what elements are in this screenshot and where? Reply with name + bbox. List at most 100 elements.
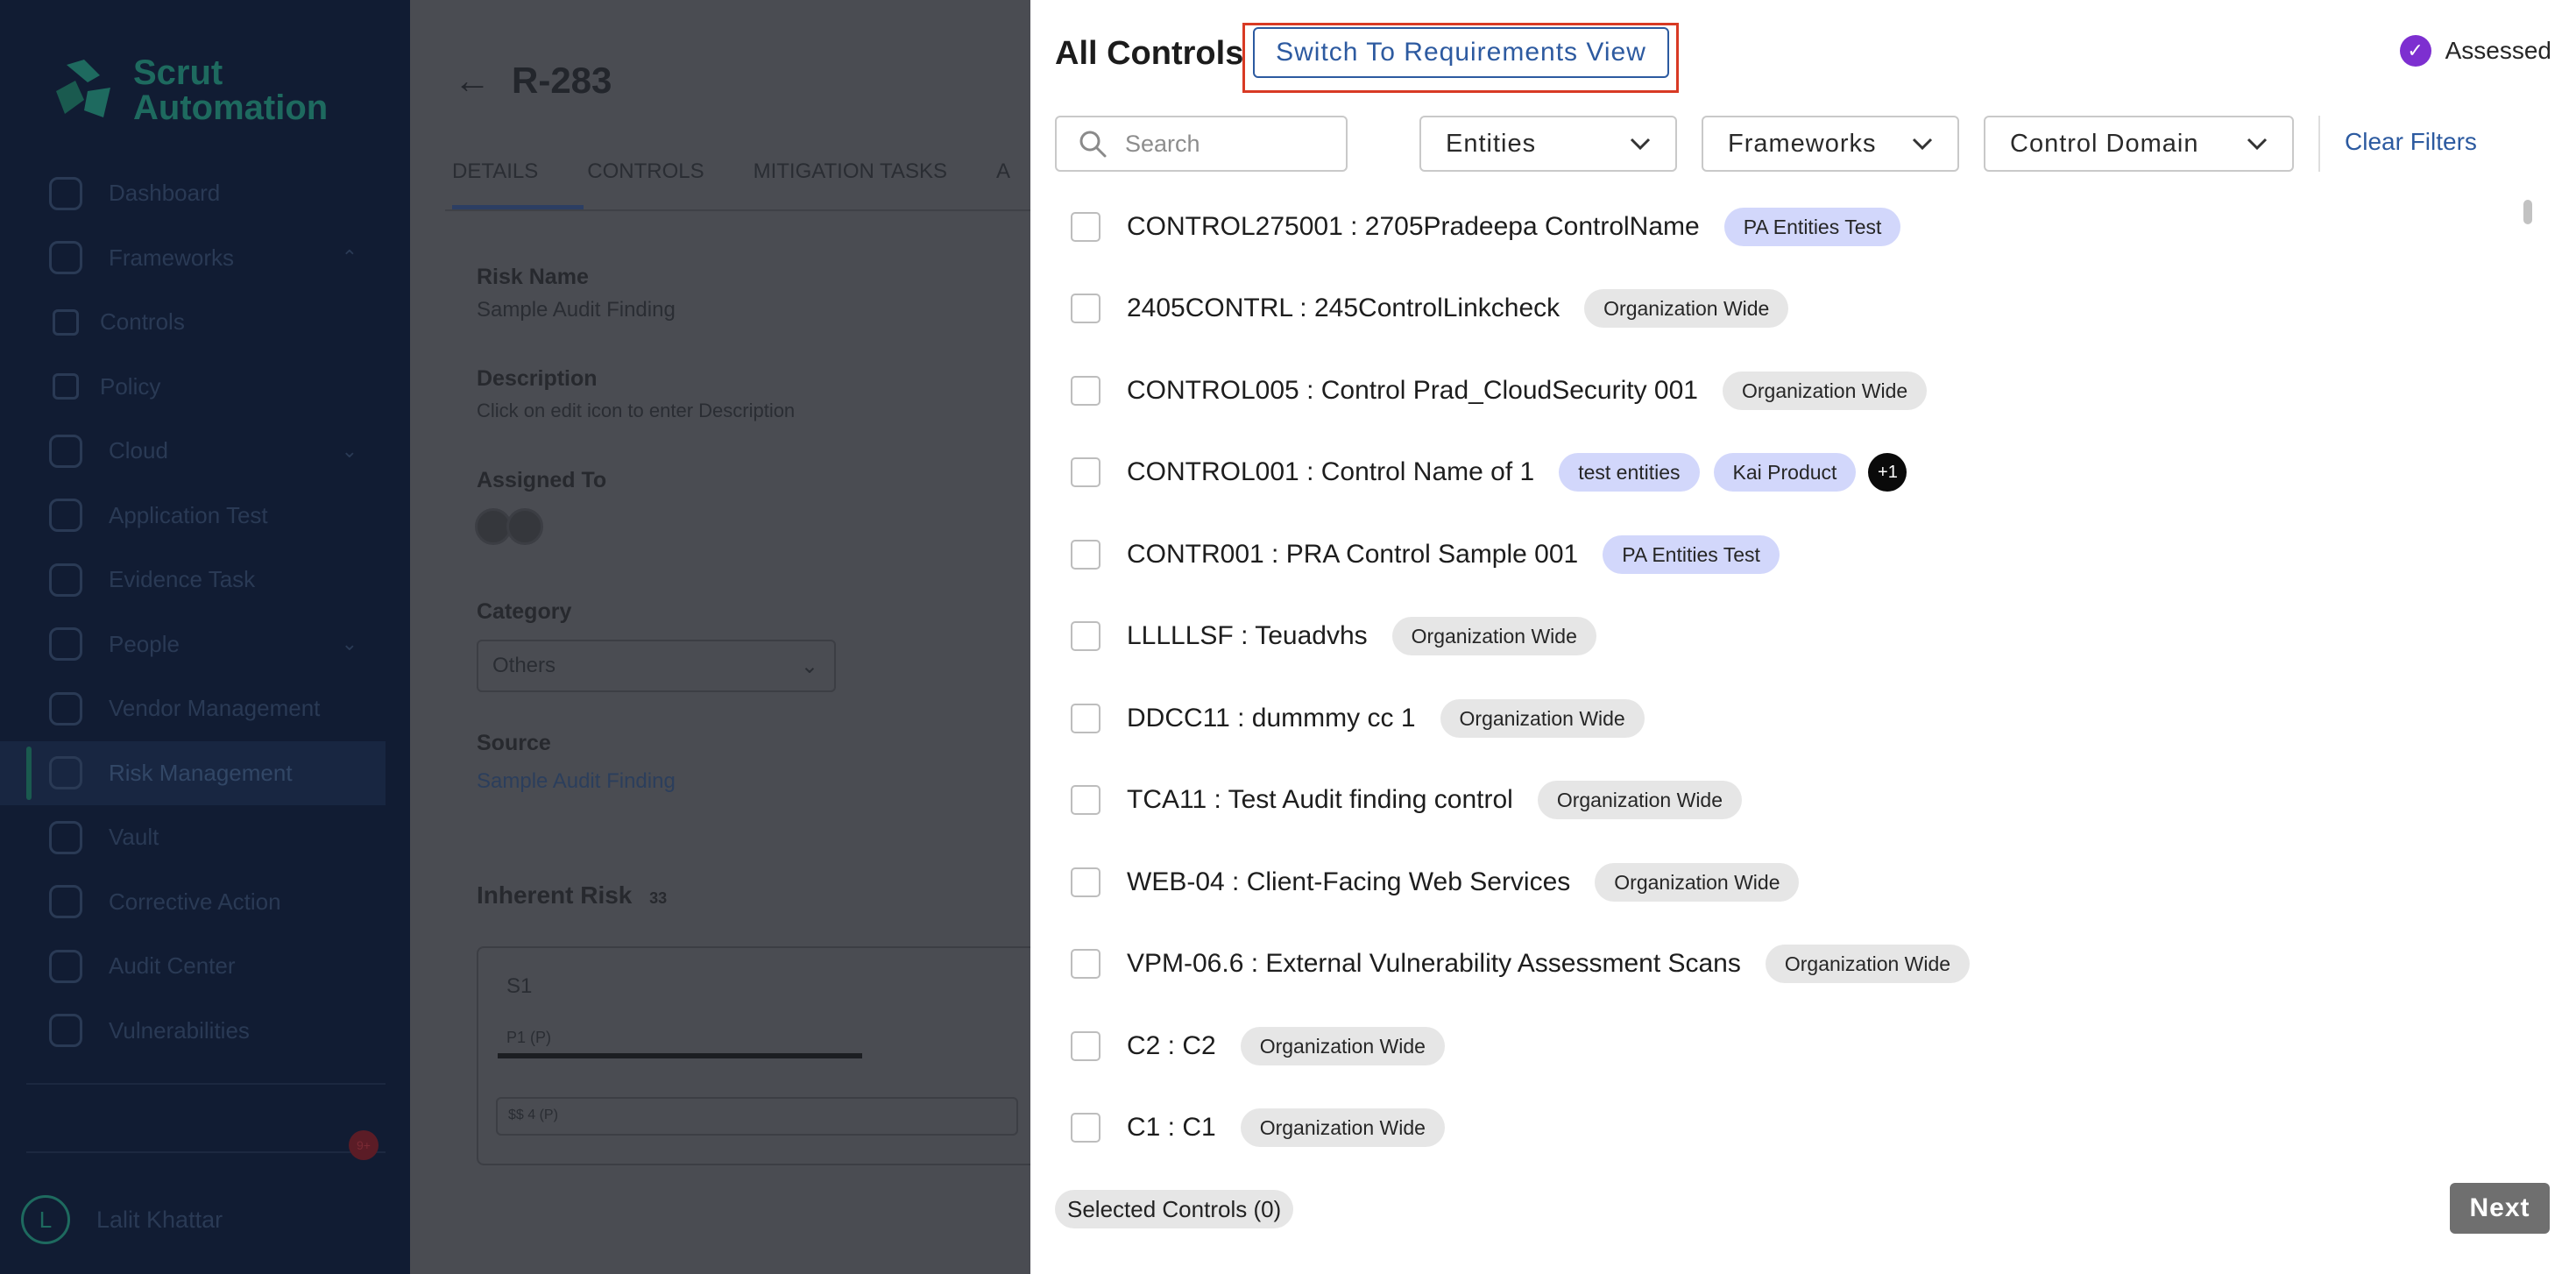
switch-to-requirements-button[interactable]: Switch To Requirements View <box>1253 27 1669 78</box>
frameworks-filter[interactable]: Frameworks <box>1702 116 1959 172</box>
entity-tag: Organization Wide <box>1537 781 1743 820</box>
check-circle-icon: ✓ <box>2399 35 2431 67</box>
clear-filters-link[interactable]: Clear Filters <box>2345 128 2477 156</box>
row-checkbox[interactable] <box>1071 949 1100 980</box>
tab-details[interactable]: DETAILS <box>452 159 538 184</box>
row-checkbox[interactable] <box>1071 457 1100 488</box>
tab-controls[interactable]: CONTROLS <box>587 159 704 184</box>
sidebar-item-dashboard[interactable]: Dashboard <box>0 161 410 226</box>
control-name: 2405CONTRL : 245ControlLinkcheck <box>1127 294 1560 323</box>
sidebar-item-application-test[interactable]: Application Test <box>0 484 410 549</box>
next-button[interactable]: Next <box>2450 1183 2550 1234</box>
brand-line-1: Scrut <box>133 53 223 92</box>
sidebar-item-vendor-management[interactable]: Vendor Management <box>0 676 410 741</box>
sidebar-item-people[interactable]: People ⌄ <box>0 612 410 677</box>
back-arrow-icon[interactable]: ← <box>454 60 491 101</box>
control-name: C2 : C2 <box>1127 1030 1216 1060</box>
tab-more[interactable]: A <box>996 159 1010 184</box>
tab-mitigation-tasks[interactable]: MITIGATION TASKS <box>754 159 947 184</box>
vault-icon <box>49 820 82 854</box>
sidebar-item-label: Frameworks <box>109 244 235 271</box>
user-profile[interactable]: L Lalit Khattar <box>21 1195 223 1244</box>
row-checkbox[interactable] <box>1071 621 1100 652</box>
sidebar-item-label: Risk Management <box>109 759 293 786</box>
control-name: CONTROL001 : Control Name of 1 <box>1127 457 1535 487</box>
risk-detail-page: ← R-283 DETAILS CONTROLS MITIGATION TASKS… <box>410 0 1037 1274</box>
controls-list: CONTROL275001 : 2705Pradeepa ControlName… <box>1030 186 2537 1150</box>
sidebar-item-frameworks[interactable]: Frameworks ⌃ <box>0 226 410 291</box>
sidebar-item-risk-management[interactable]: Risk Management <box>0 740 386 805</box>
sidebar-divider <box>26 1151 386 1153</box>
row-checkbox[interactable] <box>1071 211 1100 242</box>
notification-badge[interactable]: 9+ <box>349 1130 379 1160</box>
active-tab-indicator <box>452 205 584 209</box>
people-icon <box>49 627 82 662</box>
filter-label: Control Domain <box>2010 129 2199 158</box>
sidebar-item-vault[interactable]: Vault <box>0 805 410 870</box>
entity-tag: Organization Wide <box>1440 698 1645 738</box>
scrut-logo-icon <box>56 60 110 117</box>
user-name: Lalit Khattar <box>96 1206 223 1233</box>
inherent-risk-badge: 33 <box>649 889 668 907</box>
sidebar-item-label: Policy <box>100 372 161 400</box>
entity-tag: Organization Wide <box>1240 1026 1445 1065</box>
row-checkbox[interactable] <box>1071 539 1100 570</box>
sidebar-item-label: Vendor Management <box>109 695 321 722</box>
sidebar-item-policy[interactable]: Policy <box>0 355 410 420</box>
avatar <box>506 508 543 545</box>
row-checkbox[interactable] <box>1071 1030 1100 1061</box>
search-input[interactable] <box>1123 129 1337 159</box>
entity-tag: Organization Wide <box>1391 617 1596 656</box>
dashboard-icon <box>49 176 82 210</box>
category-select[interactable]: Others ⌄ <box>477 640 836 692</box>
sidebar-item-audit-center[interactable]: Audit Center <box>0 934 410 999</box>
chevron-down-icon: ⌄ <box>800 655 818 678</box>
control-name: CONTROL275001 : 2705Pradeepa ControlName <box>1127 211 1700 241</box>
chevron-down-icon: ⌄ <box>341 439 357 462</box>
cloud-icon <box>49 434 82 468</box>
evidence-task-icon <box>49 563 82 597</box>
entity-tag: test entities <box>1559 453 1700 492</box>
control-name: DDCC11 : dummmy cc 1 <box>1127 703 1416 733</box>
more-entities-badge[interactable]: +1 <box>1868 453 1907 492</box>
control-name: VPM-06.6 : External Vulnerability Assess… <box>1127 949 1741 979</box>
entity-tag: Kai Product <box>1713 453 1857 492</box>
inherent-risk-label: Inherent Risk 33 <box>477 881 668 909</box>
control-name: TCA11 : Test Audit finding control <box>1127 785 1513 815</box>
sidebar-item-evidence-task[interactable]: Evidence Task <box>0 548 410 612</box>
score-label: S1 <box>506 974 533 998</box>
row-checkbox[interactable] <box>1071 375 1100 406</box>
avatar: L <box>21 1195 70 1244</box>
all-controls-modal: All Controls Switch To Requirements View… <box>1030 0 2576 1274</box>
sidebar-item-vulnerabilities[interactable]: Vulnerabilities <box>0 999 410 1064</box>
control-name: LLLLLSF : Teuadvhs <box>1127 621 1368 651</box>
search-box[interactable] <box>1055 116 1348 172</box>
row-checkbox[interactable] <box>1071 703 1100 733</box>
tab-divider <box>445 209 1032 211</box>
source-link[interactable]: Sample Audit Finding <box>477 769 676 794</box>
row-checkbox[interactable] <box>1071 867 1100 897</box>
row-checkbox[interactable] <box>1071 294 1100 324</box>
row-checkbox[interactable] <box>1071 1113 1100 1143</box>
control-name: CONTR001 : PRA Control Sample 001 <box>1127 539 1579 569</box>
sidebar-item-controls[interactable]: Controls <box>0 290 410 355</box>
scrollbar[interactable] <box>2523 200 2532 224</box>
entity-tag: PA Entities Test <box>1603 534 1780 574</box>
row-checkbox[interactable] <box>1071 785 1100 816</box>
tab-bar: DETAILS CONTROLS MITIGATION TASKS A <box>452 159 1010 184</box>
controls-icon <box>53 308 79 336</box>
assignee-avatars[interactable] <box>475 508 543 545</box>
application-test-icon <box>49 499 82 533</box>
sidebar-item-cloud[interactable]: Cloud ⌄ <box>0 419 410 484</box>
control-name: CONTROL005 : Control Prad_CloudSecurity … <box>1127 375 1698 405</box>
vulnerabilities-icon <box>49 1014 82 1048</box>
entities-filter[interactable]: Entities <box>1419 116 1677 172</box>
description-value: Click on edit icon to enter Description <box>477 400 796 421</box>
control-domain-filter[interactable]: Control Domain <box>1984 116 2294 172</box>
sidebar-item-label: Cloud <box>109 437 168 464</box>
filter-label: Entities <box>1446 129 1537 158</box>
sidebar-item-label: Controls <box>100 308 185 336</box>
sidebar-item-corrective-action[interactable]: Corrective Action <box>0 870 410 935</box>
control-name: C1 : C1 <box>1127 1113 1216 1143</box>
assessed-toggle[interactable]: ✓ Assessed <box>2399 35 2551 67</box>
